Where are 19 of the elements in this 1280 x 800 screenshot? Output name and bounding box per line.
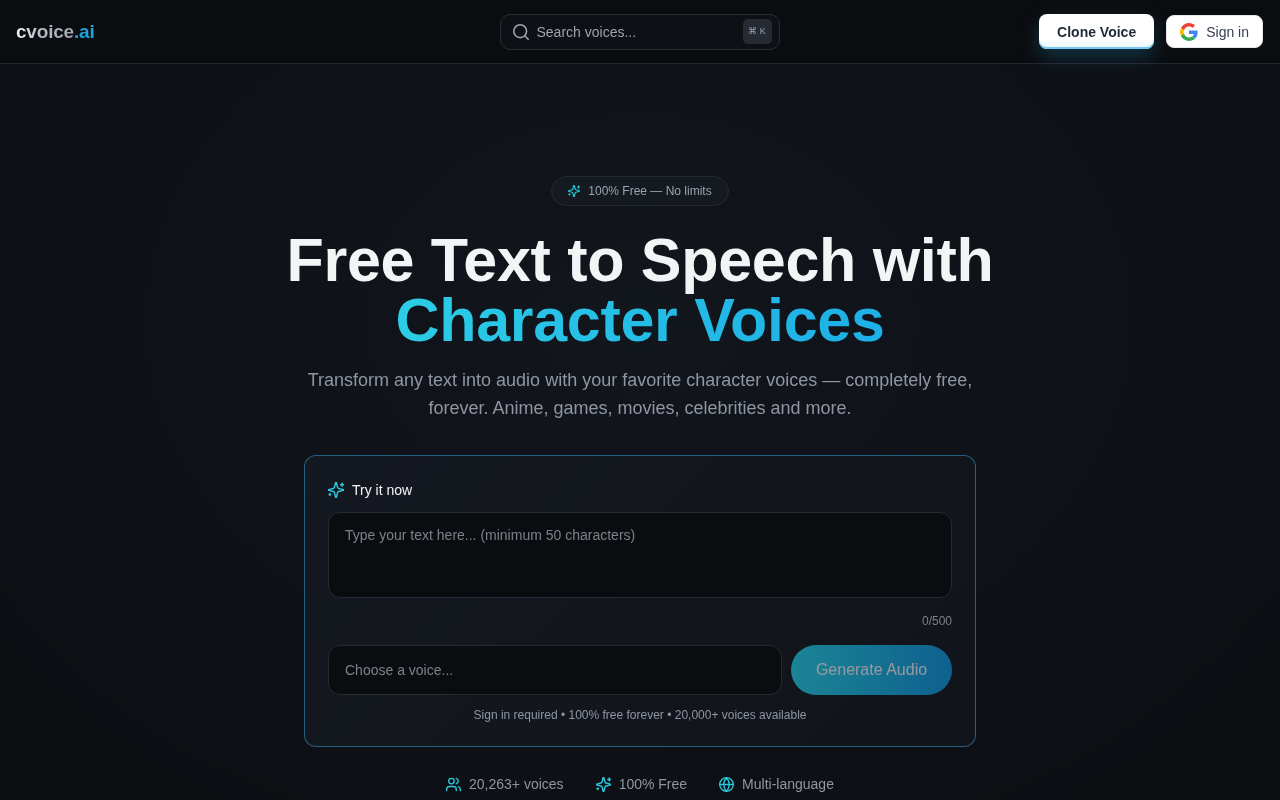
sparkles-icon [328, 482, 344, 498]
voice-select-field[interactable]: Choose a voice... [328, 645, 782, 695]
sign-in-button[interactable]: Sign in [1166, 15, 1263, 48]
globe-icon [719, 776, 735, 792]
hero-subtitle: Transform any text into audio with your favorite character voices — completely free, forever. Anime, games, movies, celebrities and more. [306, 369, 974, 420]
card-title: Try it now [352, 482, 413, 498]
character-counter: 0/500 [920, 614, 952, 628]
stat-label: 100% Free [618, 776, 688, 792]
clone-voice-button[interactable]: Clone Voice [1039, 14, 1155, 49]
stat-label: 20,263+ voices [469, 776, 564, 792]
google-logo-icon [1180, 22, 1199, 41]
card-note: Sign in required • 100% free forever • 20,000+ voices available [472, 707, 808, 723]
text-input-field[interactable]: Type your text here... (minimum 50 characters) [328, 512, 952, 598]
search-icon [512, 23, 529, 40]
sparkles-icon [595, 776, 611, 792]
badge-label: 100% Free — No limits [588, 184, 712, 198]
stat-label: Multi-language [742, 776, 834, 792]
sparkles-icon [568, 185, 581, 197]
users-icon [446, 776, 462, 792]
